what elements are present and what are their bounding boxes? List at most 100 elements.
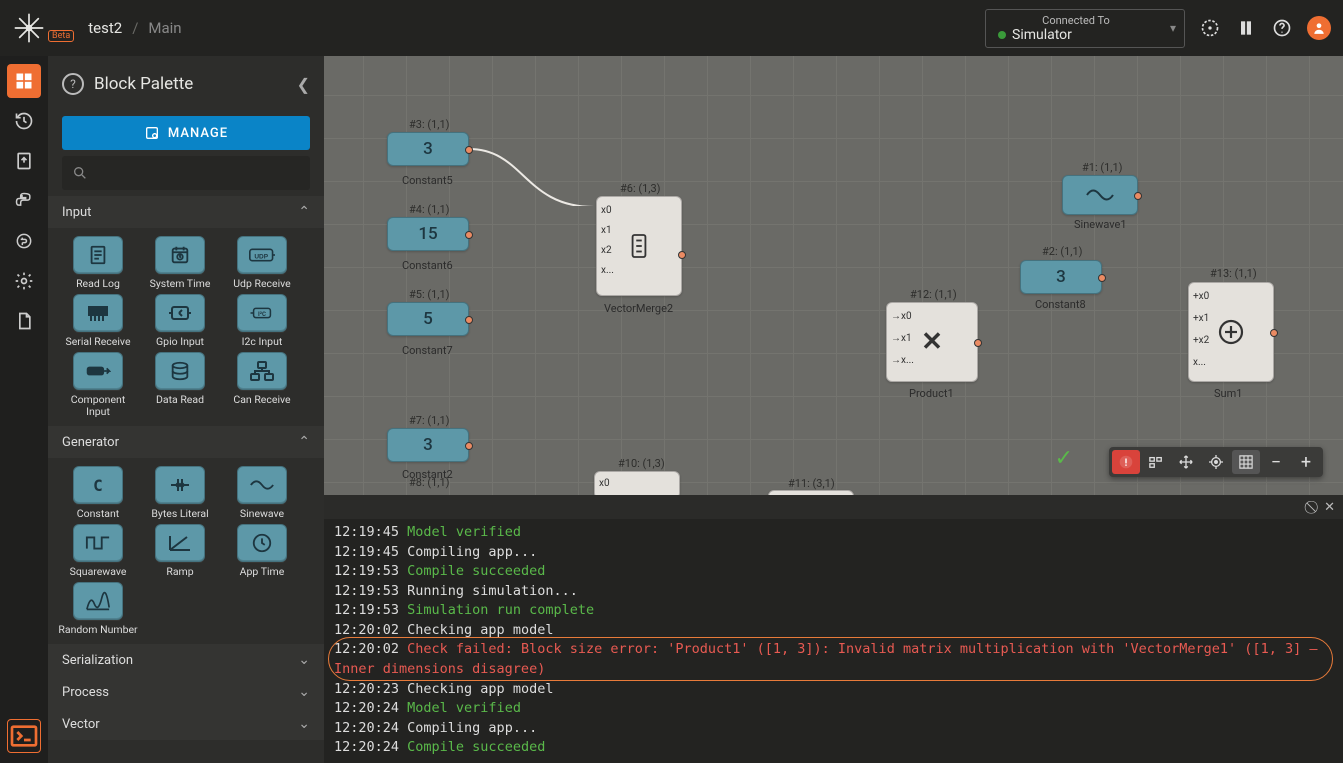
rail-history-icon[interactable] [7, 104, 41, 138]
info-icon[interactable]: ? [62, 73, 84, 95]
category-label: Serialization [62, 653, 133, 668]
node-vectormerge-partial[interactable]: x0 [594, 471, 680, 495]
palette-item-bytes-literal[interactable]: Bytes Literal [140, 466, 220, 520]
breadcrumb-page[interactable]: Main [148, 19, 181, 37]
port-out[interactable] [974, 339, 982, 347]
layout-icon[interactable] [1142, 450, 1170, 474]
system-time-icon [155, 236, 205, 274]
help-icon[interactable] [1271, 17, 1293, 39]
rail-export-icon[interactable] [7, 144, 41, 178]
port-out[interactable] [465, 442, 473, 450]
target-icon[interactable] [1199, 17, 1221, 39]
manage-button-label: MANAGE [168, 126, 228, 141]
palette-item-udp-receive[interactable]: UDPUdp Receive [222, 236, 302, 290]
node-label: Product1 [909, 387, 954, 400]
palette-item-i2c-input[interactable]: I²C I2c Input [222, 294, 302, 348]
port-out[interactable] [1134, 192, 1142, 200]
rail-settings-icon[interactable] [7, 264, 41, 298]
palette-item-app-time[interactable]: App Time [222, 524, 302, 578]
zoom-in-icon[interactable]: + [1292, 450, 1320, 474]
port-out[interactable] [465, 316, 473, 324]
console-output[interactable]: 12:19:45 Model verified12:19:45 Compilin… [324, 519, 1343, 763]
pause-icon[interactable] [1235, 17, 1257, 39]
rail-file-icon[interactable] [7, 304, 41, 338]
category-header[interactable]: Input⌃ [48, 196, 324, 228]
palette-item-label: Can Receive [233, 394, 290, 406]
palette-item-ramp[interactable]: Ramp [140, 524, 220, 578]
random-number-icon [73, 582, 123, 620]
search-icon [72, 165, 88, 181]
node-vectormerge2[interactable]: x0 x1 x2 x... [596, 196, 682, 296]
node-tag: #2: (1,1) [1042, 245, 1082, 258]
rail-console-toggle-icon[interactable] [7, 719, 41, 753]
node-constant2[interactable]: 3 [387, 428, 469, 462]
node-transpose-partial[interactable] [768, 490, 854, 495]
sinewave-icon [237, 466, 287, 504]
node-tag: #12: (1,1) [910, 288, 957, 301]
error-indicator-icon[interactable] [1112, 450, 1140, 474]
rail-rust-icon[interactable] [7, 224, 41, 258]
node-tag: #8: (1,1) [409, 476, 449, 489]
palette-item-label: Udp Receive [233, 278, 290, 290]
node-product1[interactable]: ✕ →x0 →x1 →x... [886, 302, 978, 382]
node-sinewave1[interactable] [1062, 175, 1138, 215]
console-line: 12:20:23 Checking app model [334, 680, 1333, 700]
port-out[interactable] [1270, 329, 1278, 337]
category-label: Process [62, 685, 109, 700]
read-log-icon [73, 236, 123, 274]
category-header[interactable]: Process⌄ [48, 676, 324, 708]
console-line: 12:19:53 Running simulation... [334, 582, 1333, 602]
i2c-input-icon: I²C [237, 294, 287, 332]
zoom-out-icon[interactable]: − [1262, 450, 1290, 474]
palette-item-random-number[interactable]: Random Number [58, 582, 138, 636]
palette-item-system-time[interactable]: System Time [140, 236, 220, 290]
palette-item-read-log[interactable]: Read Log [58, 236, 138, 290]
node-constant5[interactable]: 3 [387, 132, 469, 166]
palette-item-data-read[interactable]: Data Read [140, 352, 220, 418]
palette-item-squarewave[interactable]: Squarewave [58, 524, 138, 578]
console-line: 12:20:02 Checking app model [334, 621, 1333, 641]
close-console-icon[interactable]: ✕ [1324, 500, 1335, 515]
rail-canvas-icon[interactable] [7, 64, 41, 98]
node-constant7[interactable]: 5 [387, 302, 469, 336]
connection-selector[interactable]: Connected To Simulator ▾ [985, 9, 1185, 48]
node-label: Sinewave1 [1074, 218, 1127, 231]
category-header[interactable]: Serialization⌄ [48, 644, 324, 676]
palette-item-label: I2c Input [242, 336, 283, 348]
collapse-panel-icon[interactable]: ❮ [297, 75, 310, 94]
rail-python-icon[interactable] [7, 184, 41, 218]
category-header[interactable]: Generator⌃ [48, 426, 324, 458]
node-constant6[interactable]: 15 [387, 217, 469, 251]
connection-label: Connected To [998, 14, 1154, 27]
palette-item-serial-receive[interactable]: Serial Receive [58, 294, 138, 348]
move-icon[interactable] [1172, 450, 1200, 474]
canvas[interactable]: #3: (1,1) 3 Constant5 #4: (1,1) 15 Const… [324, 56, 1343, 495]
canvas-wires [324, 56, 624, 206]
logo-icon: Beta [12, 11, 74, 45]
avatar[interactable] [1307, 16, 1331, 40]
category-header[interactable]: Vector⌄ [48, 708, 324, 740]
port-out[interactable] [465, 146, 473, 154]
palette-item-sinewave[interactable]: Sinewave [222, 466, 302, 520]
svg-text:I²C: I²C [258, 311, 266, 318]
port-out[interactable] [465, 231, 473, 239]
node-tag: #5: (1,1) [409, 288, 449, 301]
port-out[interactable] [678, 251, 686, 259]
palette-scroll[interactable]: Input⌃ Read LogSystem TimeUDPUdp Receive S… [48, 196, 324, 763]
locate-icon[interactable] [1202, 450, 1230, 474]
node-sum1[interactable]: +x0 +x1 +x2 x... [1188, 282, 1274, 382]
grid-toggle-icon[interactable] [1232, 450, 1260, 474]
palette-item-constant[interactable]: CConstant [58, 466, 138, 520]
manage-button[interactable]: MANAGE [62, 116, 310, 150]
palette-item-gpio-input[interactable]: Gpio Input [140, 294, 220, 348]
category-body: Read LogSystem TimeUDPUdp Receive Serial … [48, 228, 324, 426]
node-label: Sum1 [1214, 387, 1242, 400]
palette-item-component-input[interactable]: Component Input [58, 352, 138, 418]
node-constant8[interactable]: 3 [1020, 260, 1102, 294]
search-input[interactable] [62, 156, 310, 190]
palette-item-can-receive[interactable]: Can Receive [222, 352, 302, 418]
node-tag: #10: (1,3) [618, 457, 665, 470]
sidebar-rail [0, 56, 48, 763]
port-out[interactable] [1098, 274, 1106, 282]
breadcrumb-project[interactable]: test2 [88, 19, 122, 37]
